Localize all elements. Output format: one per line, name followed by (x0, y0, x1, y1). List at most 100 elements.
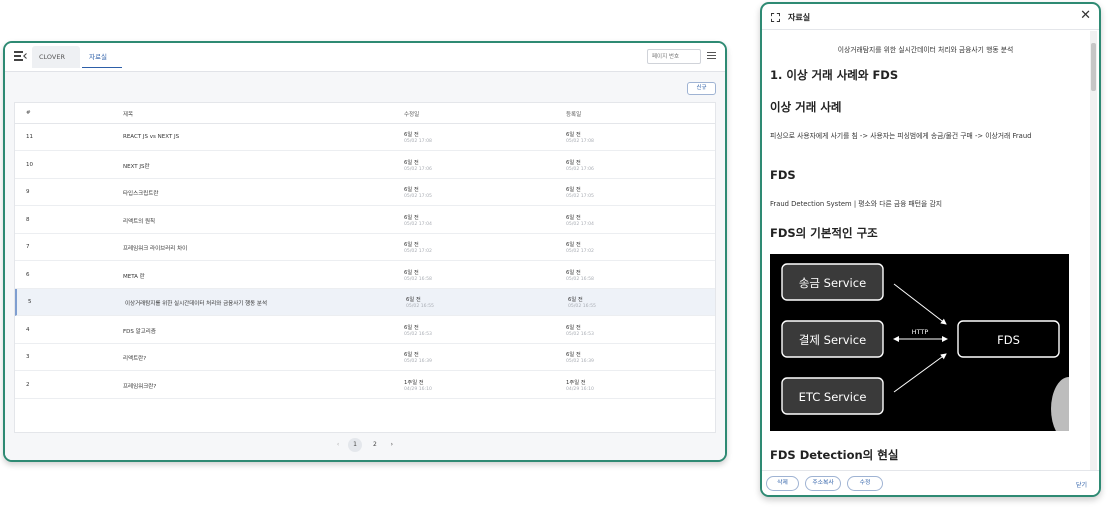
fds-label: FDS (997, 333, 1020, 347)
table-row[interactable]: 2 프레임워크란? 1주일 전 04/29 16:10 1주일 전 04/29 16:10 (15, 372, 715, 399)
modified-datetime: 05/02 16:55 (406, 304, 434, 309)
pagination: ‹ 1 2 › (5, 438, 725, 454)
row-modified: 6일 전 05/02 17:04 (404, 213, 432, 227)
modified-relative: 6일 전 (404, 132, 419, 138)
registered-datetime: 05/02 17:04 (566, 221, 594, 227)
registered-datetime: 05/02 16:53 (566, 331, 594, 337)
list-view-icon[interactable] (707, 52, 716, 60)
edit-button[interactable]: 수정 (847, 476, 883, 491)
modified-relative: 6일 전 (404, 214, 419, 221)
modified-datetime: 05/02 16:58 (404, 276, 432, 282)
column-header-modified: 수정일 (404, 112, 420, 118)
row-title[interactable]: 리액트의 원칙 (123, 217, 155, 225)
registered-relative: 6일 전 (568, 297, 583, 303)
document-body: 이상거래탐지를 위한 실시간데이터 처리와 금융사기 행동 분석 1. 이상 거… (762, 31, 1089, 474)
modified-datetime: 05/02 17:05 (404, 194, 432, 199)
registered-relative: 6일 전 (566, 242, 581, 248)
heading-fraud-cases: 이상 거래 사례 (770, 100, 842, 114)
tab-library[interactable]: 자료실 (82, 46, 122, 68)
row-registered: 6일 전 05/02 16:58 (566, 268, 594, 282)
top-bar: CLOVER 메인 자료실 (5, 43, 725, 83)
row-title[interactable]: 리액트란? (123, 354, 146, 362)
panel-scrollbar-track[interactable] (1090, 31, 1097, 474)
registered-datetime: 05/02 17:08 (566, 139, 594, 144)
registered-datetime: 05/02 17:02 (566, 249, 594, 254)
page-number-input[interactable] (647, 49, 701, 64)
row-title[interactable]: 프레임워크 라이브러리 차이 (123, 244, 187, 252)
fds-structure-diagram: 송금 Service 결제 Service ETC Service FDS HT… (770, 254, 1069, 431)
registered-relative: 6일 전 (566, 324, 581, 331)
board-window: CLOVER 메인 자료실 신규 # 제목 수정일 등록일 11 REACT JS… (3, 41, 727, 462)
row-modified: 6일 전 05/02 17:02 (404, 240, 432, 254)
copy-url-button[interactable]: 주소복사 (805, 476, 841, 491)
row-number: 7 (26, 244, 30, 250)
registered-datetime: 05/02 17:05 (566, 194, 594, 199)
registered-relative: 6일 전 (566, 352, 581, 358)
delete-button[interactable]: 삭제 (766, 476, 799, 491)
expand-icon[interactable] (771, 13, 780, 22)
row-registered: 6일 전 05/02 17:05 (566, 185, 594, 199)
row-modified: 6일 전 05/02 16:58 (404, 268, 432, 282)
panel-footer: 삭제 주소복사 수정 닫기 (762, 470, 1099, 495)
close-icon[interactable]: ✕ (1080, 9, 1091, 23)
row-number: 5 (28, 299, 32, 305)
registered-relative: 6일 전 (566, 132, 581, 138)
row-title[interactable]: META 란 (123, 272, 145, 280)
registered-relative: 1주일 전 (566, 379, 586, 386)
panel-header: 자료실 ✕ (762, 4, 1099, 30)
table-row[interactable]: 5 이상거래탐지를 위한 실시간데이터 처리와 금융사기 행동 분석 6일 전 05/… (15, 289, 715, 316)
row-number: 3 (26, 354, 30, 360)
modified-datetime: 05/02 17:06 (404, 166, 432, 172)
menu-collapse-icon[interactable] (14, 51, 27, 61)
new-post-button[interactable]: 신규 (687, 82, 716, 95)
row-title[interactable]: FDS 알고리즘 (123, 327, 156, 335)
row-registered: 6일 전 05/02 17:04 (566, 213, 594, 227)
panel-scrollbar-thumb[interactable] (1091, 43, 1096, 91)
paragraph-fraud-cases: 피싱으로 사용자에게 사기를 침 -> 사용자는 피싱범에게 송금/물건 구매 … (770, 132, 1032, 140)
close-button[interactable]: 닫기 (1076, 480, 1087, 489)
table-header: # 제목 수정일 등록일 (15, 103, 715, 124)
row-number: 6 (26, 271, 30, 278)
modified-relative: 6일 전 (404, 324, 419, 331)
row-number: 11 (26, 134, 33, 140)
row-number: 2 (26, 381, 30, 388)
registered-datetime: 05/02 16:55 (568, 304, 596, 309)
table-row[interactable]: 10 NEXT JS란 6일 전 05/02 17:06 6일 전 05/02 17:06 (15, 152, 715, 179)
table-row[interactable]: 4 FDS 알고리즘 6일 전 05/02 16:53 6일 전 05/02 16:53 (15, 317, 715, 344)
next-page-button[interactable]: › (386, 438, 398, 452)
row-modified: 6일 전 05/02 16:53 (404, 323, 432, 337)
table-row[interactable]: 9 타입스크립트란 6일 전 05/02 17:05 6일 전 05/02 17:05 (15, 179, 715, 206)
modified-datetime: 05/02 17:04 (404, 221, 432, 227)
row-title[interactable]: 이상거래탐지를 위한 실시간데이터 처리와 금융사기 행동 분석 (125, 299, 267, 307)
row-title[interactable]: 타입스크립트란 (123, 189, 158, 197)
registered-relative: 6일 전 (566, 159, 581, 166)
table-row[interactable]: 8 리액트의 원칙 6일 전 05/02 17:04 6일 전 05/02 17:04 (15, 207, 715, 234)
column-header-number: # (26, 110, 31, 116)
modified-datetime: 05/02 16:39 (404, 359, 432, 364)
row-title[interactable]: REACT JS vs NEXT JS (123, 134, 179, 140)
panel-title: 자료실 (788, 13, 811, 22)
tab-clover-main[interactable]: CLOVER 메인 (32, 46, 80, 83)
row-number: 4 (26, 326, 30, 333)
registered-datetime: 05/02 17:06 (566, 166, 594, 172)
modified-datetime: 04/29 16:10 (404, 386, 432, 392)
heading-fds-reality: FDS Detection의 현실 (770, 448, 899, 462)
page-button-2[interactable]: 2 (368, 438, 382, 452)
table-row[interactable]: 7 프레임워크 라이브러리 차이 6일 전 05/02 17:02 6일 전 05/02 … (15, 234, 715, 261)
registered-relative: 6일 전 (566, 187, 581, 193)
corner-shape (1051, 377, 1069, 431)
page-button-1[interactable]: 1 (348, 438, 363, 452)
modified-datetime: 05/02 17:08 (404, 139, 432, 144)
table-row[interactable]: 6 META 란 6일 전 05/02 16:58 6일 전 05/02 16:58 (15, 262, 715, 289)
row-title[interactable]: 프레임워크란? (123, 382, 156, 390)
arrow-etc-to-fds (893, 353, 947, 393)
row-title[interactable]: NEXT JS란 (123, 162, 150, 170)
table-row[interactable]: 3 리액트란? 6일 전 05/02 16:39 6일 전 05/02 16:39 (15, 344, 715, 371)
modified-relative: 6일 전 (406, 297, 421, 303)
row-modified: 6일 전 05/02 16:39 (404, 350, 432, 364)
table-row[interactable]: 11 REACT JS vs NEXT JS 6일 전 05/02 17:08 6일 전… (15, 124, 715, 151)
modified-datetime: 05/02 17:02 (404, 249, 432, 254)
prev-page-button[interactable]: ‹ (332, 438, 344, 452)
row-registered: 6일 전 05/02 16:53 (566, 323, 594, 337)
row-modified: 6일 전 05/02 17:05 (404, 185, 432, 199)
